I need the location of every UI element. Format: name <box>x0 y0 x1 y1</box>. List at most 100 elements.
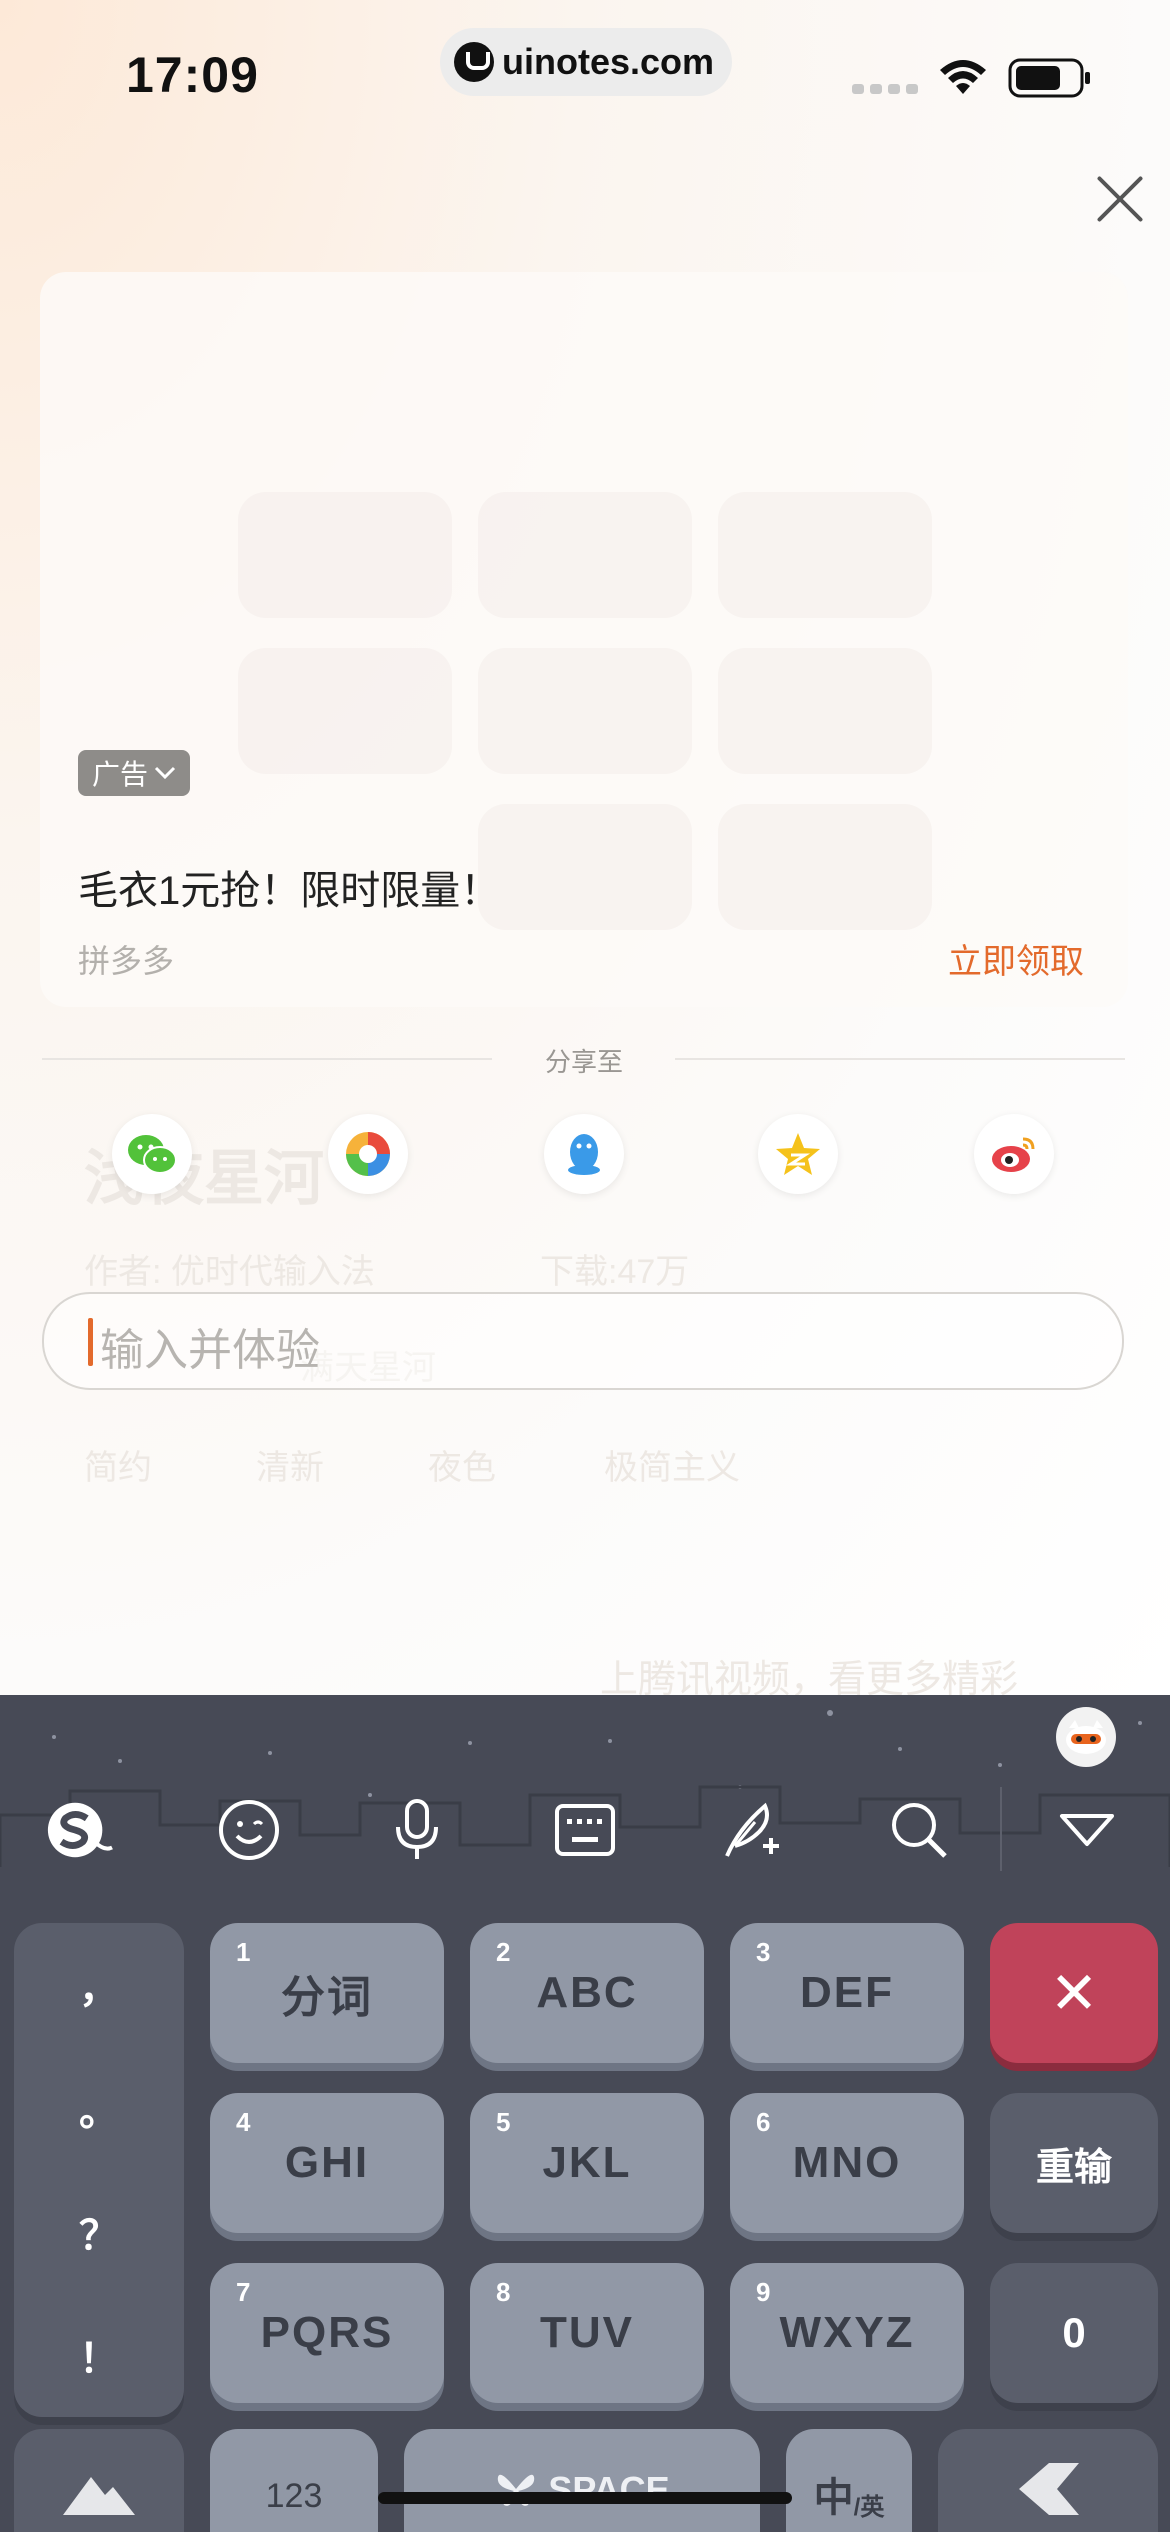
input-placeholder: 输入并体验 <box>100 1326 320 1375</box>
key-number: 1 <box>236 1937 251 1967</box>
qq-icon[interactable] <box>544 1114 624 1194</box>
preview-key <box>478 492 692 618</box>
bg-tag: 简约 <box>84 1449 152 1487</box>
divider <box>42 1058 492 1060</box>
bg-page-downloads: 下载:47万 <box>540 1253 690 1291</box>
key-4[interactable]: 4 GHI <box>210 2093 444 2233</box>
preview-key <box>718 804 932 930</box>
url-text: uinotes.com <box>502 41 715 82</box>
space-key[interactable]: SPACE <box>404 2429 760 2532</box>
wechat-icon[interactable] <box>112 1114 192 1194</box>
lang-switch-key[interactable]: 中 /英 <box>786 2429 912 2532</box>
keyboard: ， 。 ？ ！ 1 分词 2 ABC 3 DEF ✕ 4 GHI 5 JKL 6… <box>0 1695 1170 2532</box>
key-5[interactable]: 5 JKL <box>470 2093 704 2233</box>
bg-tag: 夜色 <box>428 1449 496 1487</box>
mascot-avatar[interactable] <box>1056 1707 1116 1767</box>
sogou-logo-icon[interactable] <box>44 1795 114 1865</box>
key-6[interactable]: 6 MNO <box>730 2093 964 2233</box>
toolbar-divider <box>1000 1787 1002 1871</box>
key-number: 9 <box>756 2277 771 2307</box>
delete-icon: ✕ <box>1049 1961 1099 2026</box>
url-bar[interactable]: uinotes.com <box>440 28 732 96</box>
key-9[interactable]: 9 WXYZ <box>730 2263 964 2403</box>
key-number: 4 <box>236 2107 251 2137</box>
cellular-signal-icon <box>852 84 918 94</box>
ad-badge-label: 广告 <box>92 759 149 790</box>
quill-icon[interactable] <box>718 1795 788 1865</box>
preview-key <box>238 492 452 618</box>
key-label: TUV <box>540 2308 634 2357</box>
preview-key <box>478 648 692 774</box>
key-7[interactable]: 7 PQRS <box>210 2263 444 2403</box>
key-3[interactable]: 3 DEF <box>730 1923 964 2063</box>
zero-key[interactable]: 0 <box>990 2263 1158 2403</box>
preview-key <box>238 648 452 774</box>
text-caret <box>88 1318 93 1366</box>
key-label: ABC <box>536 1968 638 2017</box>
ad-cta-link[interactable]: 立即领取 <box>948 934 1084 983</box>
ad-title[interactable]: 毛衣1元抢！限时限量！ <box>78 858 500 916</box>
num-mode-label: 123 <box>265 2477 323 2515</box>
ad-badge[interactable]: 广告 <box>78 750 191 796</box>
preview-key <box>478 804 692 930</box>
close-icon[interactable] <box>1090 170 1150 230</box>
microphone-icon[interactable] <box>382 1795 452 1865</box>
keyboard-icon[interactable] <box>550 1795 620 1865</box>
chevron-down-icon <box>154 766 176 780</box>
key-2[interactable]: 2 ABC <box>470 1923 704 2063</box>
punct-comma[interactable]: ， <box>79 1956 119 2014</box>
collapse-icon[interactable] <box>1052 1795 1122 1865</box>
skin-key[interactable] <box>14 2429 184 2532</box>
key-number: 8 <box>496 2277 511 2307</box>
key-label: GHI <box>284 2138 370 2187</box>
space-label: SPACE <box>548 2469 670 2510</box>
mascot-icon <box>1066 1720 1106 1754</box>
preview-key <box>718 648 932 774</box>
zero-label: 0 <box>1062 2309 1086 2356</box>
status-time: 17:09 <box>126 47 259 103</box>
key-number: 7 <box>236 2277 251 2307</box>
bg-tag: 清新 <box>256 1449 324 1487</box>
reinput-label: 重输 <box>1035 2146 1112 2189</box>
key-label: 分词 <box>281 1973 373 2022</box>
key-label: JKL <box>542 2138 632 2187</box>
key-label: PQRS <box>260 2308 394 2357</box>
battery-icon <box>1008 58 1090 98</box>
divider <box>675 1058 1125 1060</box>
key-number: 5 <box>496 2107 511 2137</box>
key-number: 2 <box>496 1937 511 1967</box>
search-icon[interactable] <box>884 1795 954 1865</box>
lang-main-label: 中 <box>813 2476 854 2520</box>
reinput-key[interactable]: 重输 <box>990 2093 1158 2233</box>
home-indicator[interactable] <box>378 2492 792 2504</box>
share-label: 分享至 <box>545 1047 624 1077</box>
bg-tag: 极简主义 <box>604 1449 740 1487</box>
key-label: WXYZ <box>779 2308 915 2357</box>
weibo-icon[interactable] <box>974 1114 1054 1194</box>
punct-question[interactable]: ？ <box>79 2203 119 2261</box>
punct-exclaim[interactable]: ！ <box>79 2326 119 2384</box>
key-label: DEF <box>800 1968 894 2017</box>
key-1[interactable]: 1 分词 <box>210 1923 444 2063</box>
return-arrow-icon <box>1019 2463 1079 2515</box>
punct-period[interactable]: 。 <box>79 2079 119 2137</box>
preview-key <box>718 492 932 618</box>
key-number: 3 <box>756 1937 771 1967</box>
key-number: 6 <box>756 2107 771 2137</box>
ad-source: 拼多多 <box>78 943 175 979</box>
num-mode-key[interactable]: 123 <box>210 2429 378 2532</box>
try-input[interactable]: 输入并体验 <box>42 1292 1124 1390</box>
delete-key[interactable]: ✕ <box>990 1923 1158 2063</box>
mountain-icon <box>63 2477 135 2515</box>
lang-sub-label: /英 <box>853 2494 885 2521</box>
emoji-icon[interactable] <box>214 1795 284 1865</box>
moments-icon[interactable] <box>328 1114 408 1194</box>
key-label: MNO <box>792 2138 902 2187</box>
key-8[interactable]: 8 TUV <box>470 2263 704 2403</box>
wifi-icon <box>940 60 986 94</box>
site-logo-icon <box>454 42 494 82</box>
punctuation-column[interactable]: ， 。 ？ ！ <box>14 1923 184 2417</box>
enter-key[interactable] <box>938 2429 1158 2532</box>
bg-page-author: 作者: 优时代输入法 <box>84 1253 375 1291</box>
qzone-icon[interactable] <box>758 1114 838 1194</box>
